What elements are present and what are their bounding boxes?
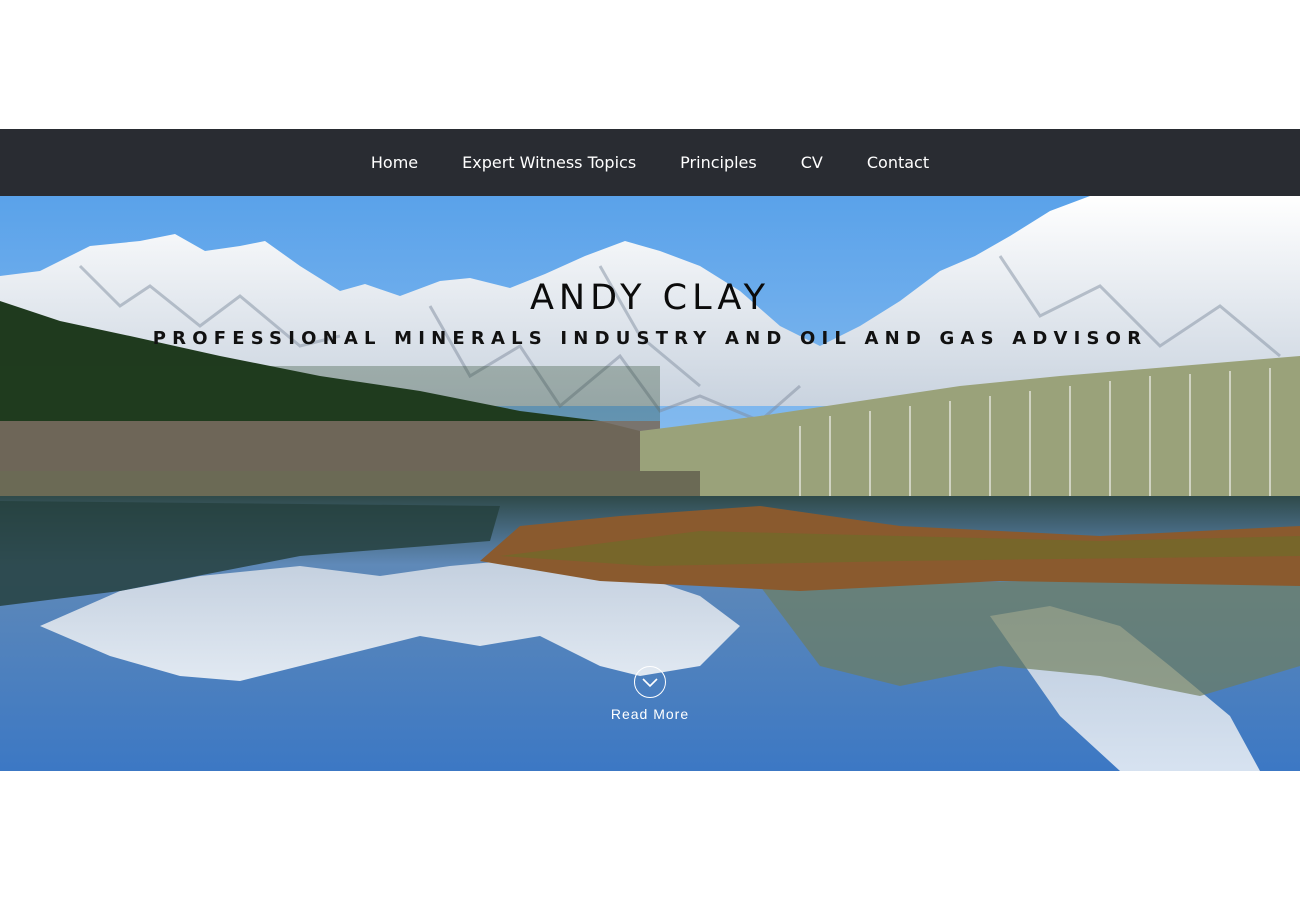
chevron-down-circle-icon[interactable] <box>634 666 666 698</box>
hero-section: ANDY CLAY PROFESSIONAL MINERALS INDUSTRY… <box>0 196 1300 771</box>
read-more-button[interactable]: Read More <box>600 666 700 728</box>
read-more-label[interactable]: Read More <box>611 706 689 722</box>
nav-item-contact[interactable]: Contact <box>845 153 951 172</box>
nav-item-cv[interactable]: CV <box>779 153 845 172</box>
nav-item-principles[interactable]: Principles <box>658 153 779 172</box>
nav-item-home[interactable]: Home <box>349 153 440 172</box>
hero-title: ANDY CLAY <box>529 278 770 318</box>
main-navbar: Home Expert Witness Topics Principles CV… <box>0 129 1300 196</box>
nav-item-expert-witness-topics[interactable]: Expert Witness Topics <box>440 153 658 172</box>
nav-list: Home Expert Witness Topics Principles CV… <box>349 153 951 172</box>
hero-subtitle: PROFESSIONAL MINERALS INDUSTRY AND OIL A… <box>152 328 1148 349</box>
